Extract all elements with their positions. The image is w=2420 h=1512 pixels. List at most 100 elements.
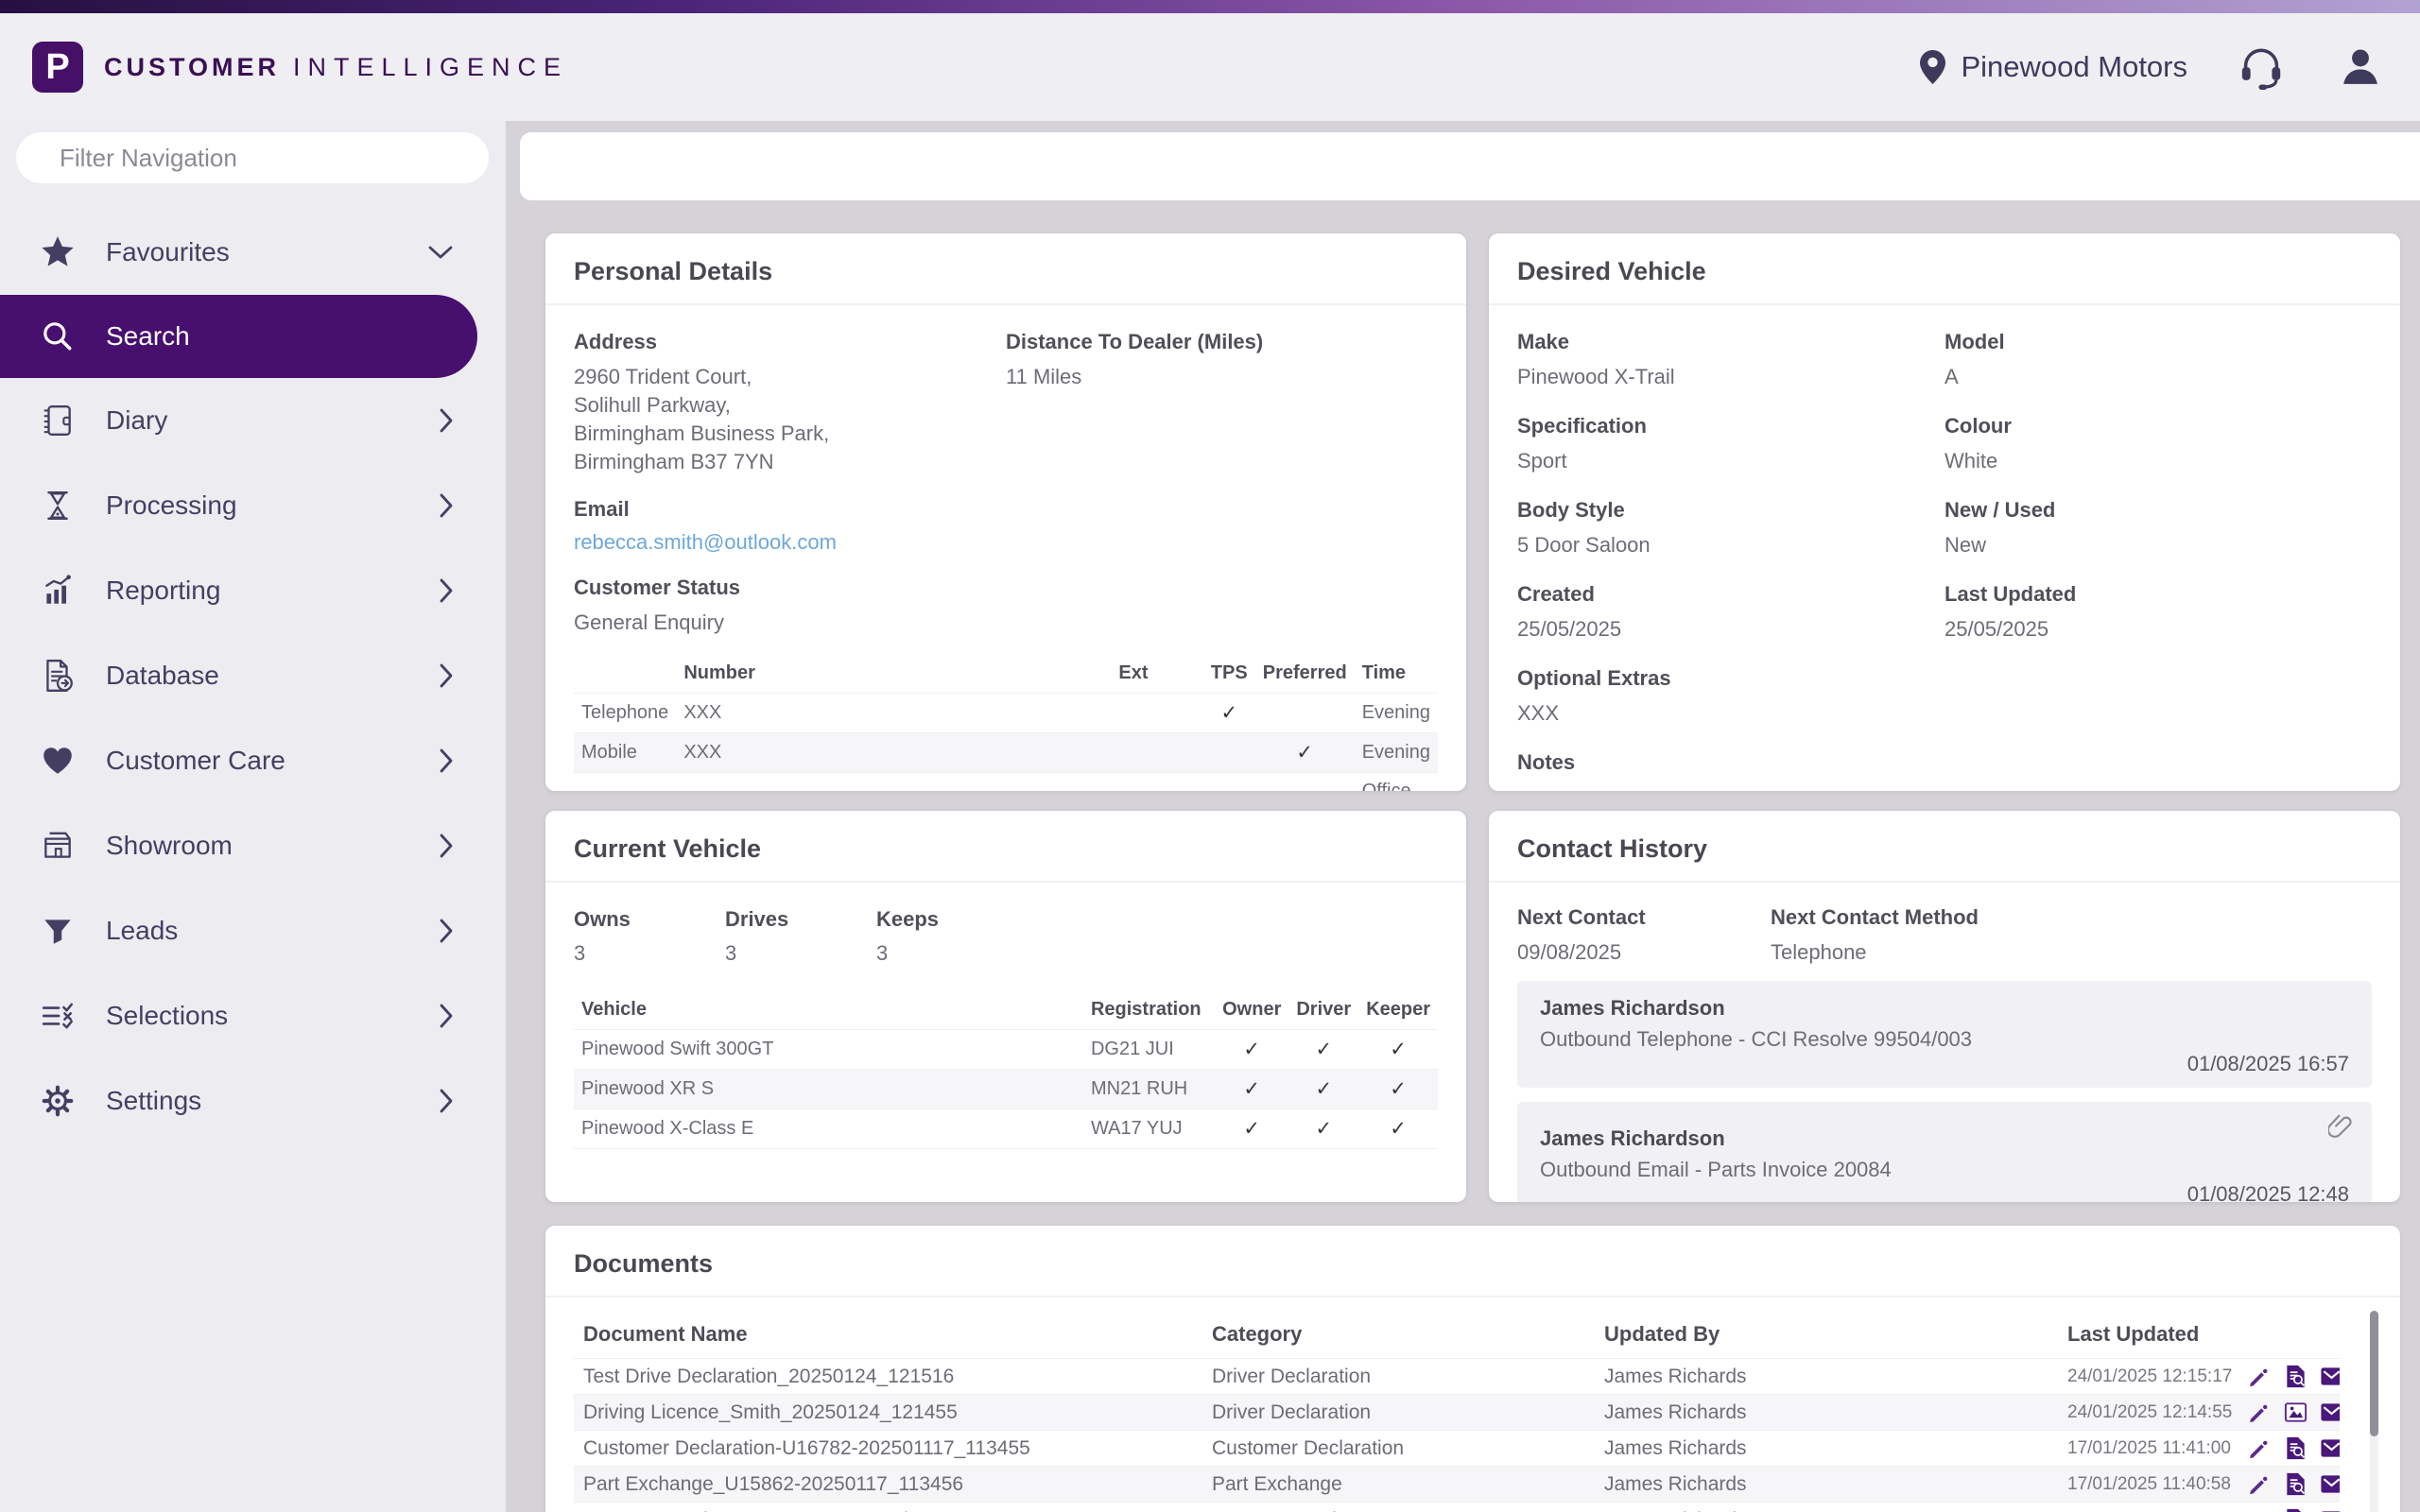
optional-extras-field: Optional Extras XXX: [1517, 666, 2372, 728]
drives-summary: Drives 3: [725, 907, 876, 966]
sidebar-item-label: Favourites: [106, 237, 426, 267]
app-logo[interactable]: P: [32, 42, 83, 93]
pencil-icon[interactable]: [2247, 1364, 2273, 1389]
chevron-right-icon: [438, 832, 455, 860]
sidebar-item-database[interactable]: Database: [0, 633, 506, 718]
database-document-icon: [38, 657, 78, 695]
sidebar-item-processing[interactable]: Processing: [0, 463, 506, 548]
document-search-icon[interactable]: [2283, 1471, 2308, 1497]
specification-field: Specification Sport: [1517, 414, 1945, 475]
bar-chart-icon: [38, 572, 78, 610]
current-vehicles-table: Vehicle Registration Owner Driver Keeper…: [574, 990, 1438, 1149]
dealer-name: Pinewood Motors: [1961, 50, 2187, 84]
column-header: Time: [1355, 654, 1438, 694]
brand-wordmark: CUSTOMER INTELLIGENCE: [104, 53, 568, 82]
pencil-icon[interactable]: [2247, 1435, 2273, 1461]
last-updated-timestamp: 17/01/2025 11:40:56: [2058, 1503, 2238, 1512]
filter-navigation-input[interactable]: [16, 132, 489, 183]
envelope-icon[interactable]: [2319, 1435, 2340, 1461]
dealer-selector[interactable]: Pinewood Motors: [1920, 50, 2187, 84]
document-row[interactable]: Customer Order-U15678-202501117)113702 C…: [574, 1503, 2340, 1512]
last-updated-timestamp: 24/01/2025 12:14:55: [2058, 1395, 2238, 1431]
user-profile-button[interactable]: [2339, 45, 2382, 89]
email-link[interactable]: rebecca.smith@outlook.com: [574, 530, 837, 554]
sidebar-item-favourites[interactable]: Favourites: [0, 210, 506, 295]
sidebar-item-leads[interactable]: Leads: [0, 888, 506, 973]
next-contact-method-field: Next Contact Method Telephone: [1771, 905, 1979, 967]
contact-history-entry[interactable]: James Richardson Outbound Email - Parts …: [1517, 1102, 2372, 1202]
gear-icon: [38, 1082, 78, 1120]
logo-letter: P: [45, 47, 69, 88]
sidebar-item-settings[interactable]: Settings: [0, 1058, 506, 1143]
sidebar-item-label: Processing: [106, 490, 438, 521]
tps-checkmark: [1203, 773, 1255, 792]
star-icon: [38, 233, 78, 271]
sidebar-item-label: Search: [106, 321, 477, 352]
main-toolbar: [520, 132, 2420, 200]
column-header: Last Updated: [2058, 1311, 2238, 1359]
sidebar-item-diary[interactable]: Diary: [0, 378, 506, 463]
column-header: Vehicle: [574, 990, 1083, 1030]
column-header: TPS: [1203, 654, 1255, 694]
column-header: Number: [676, 654, 1111, 694]
sidebar-item-label: Diary: [106, 405, 438, 436]
sidebar-item-label: Settings: [106, 1086, 438, 1116]
document-row[interactable]: Customer Declaration-U16782-202501117_11…: [574, 1431, 2340, 1467]
chevron-right-icon: [438, 747, 455, 775]
keeper-checkmark: ✓: [1358, 1109, 1438, 1149]
phone-row: Mobile XXX ✓ Evening: [574, 733, 1438, 773]
driver-checkmark: ✓: [1288, 1030, 1358, 1070]
customer-status-field: Customer Status General Enquiry: [574, 576, 1438, 637]
address-line: Birmingham Business Park,: [574, 420, 1006, 448]
sidebar-item-showroom[interactable]: Showroom: [0, 803, 506, 888]
envelope-icon[interactable]: [2319, 1471, 2340, 1497]
sidebar-item-label: Leads: [106, 916, 438, 946]
make-field: Make Pinewood X-Trail: [1517, 330, 1945, 391]
card-title: Documents: [574, 1249, 2372, 1279]
desired-vehicle-card: Desired Vehicle Make Pinewood X-Trail Mo…: [1489, 233, 2400, 791]
model-field: Model A: [1945, 330, 2372, 391]
contact-history-entry[interactable]: James Richardson Outbound Telephone - CC…: [1517, 981, 2372, 1088]
owner-checkmark: ✓: [1215, 1109, 1288, 1149]
current-vehicle-card: Current Vehicle Owns 3 Drives 3 Keeps 3: [545, 811, 1466, 1202]
envelope-icon[interactable]: [2319, 1507, 2340, 1512]
location-pin-icon: [1920, 50, 1945, 84]
envelope-icon[interactable]: [2319, 1364, 2340, 1389]
last-updated-timestamp: 17/01/2025 11:40:58: [2058, 1467, 2238, 1503]
chevron-right-icon: [438, 1002, 455, 1030]
ownership-summary: Owns 3 Drives 3 Keeps 3: [574, 907, 1438, 966]
documents-scrollbar-thumb[interactable]: [2370, 1311, 2378, 1436]
created-field: Created 25/05/2025: [1517, 582, 1945, 644]
sidebar-item-label: Customer Care: [106, 746, 438, 776]
pencil-icon[interactable]: [2247, 1400, 2273, 1425]
sidebar-item-reporting[interactable]: Reporting: [0, 548, 506, 633]
column-header: Registration: [1083, 990, 1215, 1030]
sidebar-item-search[interactable]: Search: [0, 295, 477, 378]
card-title: Personal Details: [574, 257, 1438, 286]
envelope-icon[interactable]: [2319, 1400, 2340, 1425]
column-header: Document Name: [574, 1311, 1202, 1359]
sidebar-item-selections[interactable]: Selections: [0, 973, 506, 1058]
pencil-icon[interactable]: [2247, 1471, 2273, 1497]
document-search-icon[interactable]: [2283, 1364, 2308, 1389]
heart-icon: [38, 742, 78, 780]
sidebar-item-customer-care[interactable]: Customer Care: [0, 718, 506, 803]
document-row[interactable]: Part Exchange_U15862-20250117_113456 Par…: [574, 1467, 2340, 1503]
main-content: Personal Details Address 2960 Trident Co…: [506, 200, 2420, 1512]
owner-checkmark: ✓: [1215, 1030, 1288, 1070]
image-icon[interactable]: [2283, 1400, 2308, 1425]
brand-secondary-text: INTELLIGENCE: [293, 53, 568, 82]
support-headset-button[interactable]: [2237, 44, 2286, 90]
document-search-icon[interactable]: [2283, 1435, 2308, 1461]
pencil-icon[interactable]: [2247, 1507, 2273, 1512]
paperclip-icon: [2328, 1113, 2353, 1143]
entry-timestamp: 01/08/2025 16:57: [1540, 1052, 2349, 1076]
driver-checkmark: ✓: [1288, 1109, 1358, 1149]
document-search-icon[interactable]: [2283, 1507, 2308, 1512]
document-row[interactable]: Test Drive Declaration_20250124_121516 D…: [574, 1359, 2340, 1395]
document-row[interactable]: Driving Licence_Smith_20250124_121455 Dr…: [574, 1395, 2340, 1431]
chevron-right-icon: [438, 576, 455, 605]
hourglass-icon: [38, 487, 78, 524]
sidebar-item-label: Reporting: [106, 576, 438, 606]
chevron-right-icon: [438, 406, 455, 435]
